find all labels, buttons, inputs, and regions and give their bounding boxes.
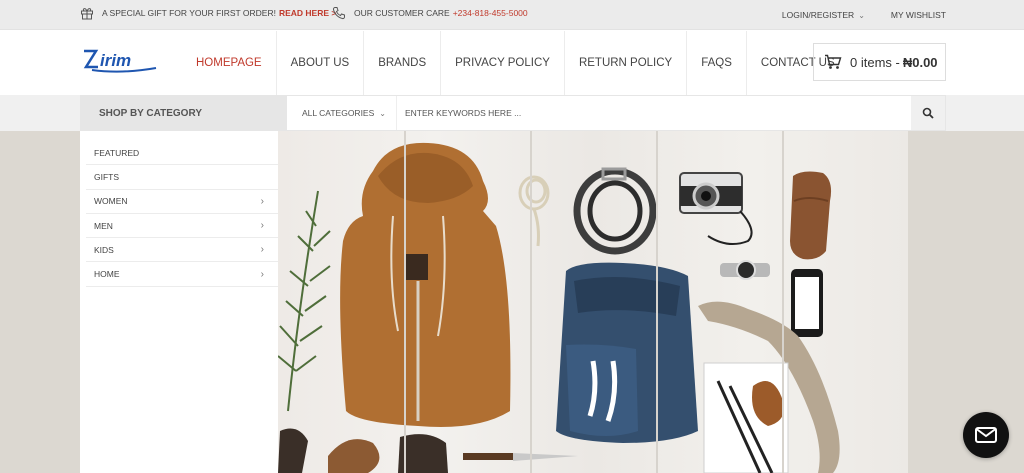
nav-homepage[interactable]: HOMEPAGE [182, 31, 277, 95]
hero-image [277, 131, 908, 473]
search-icon [922, 107, 934, 119]
care-phone[interactable]: +234-818-455-5000 [453, 8, 528, 18]
flat-lay-illustration [277, 142, 840, 473]
board-seam [530, 131, 532, 473]
phone-icon [332, 7, 345, 20]
promo-message: A special gift for your first order! Rea… [80, 6, 336, 20]
chevron-down-icon: ⌄ [379, 108, 386, 118]
svg-text:irim: irim [100, 51, 131, 70]
wishlist-link[interactable]: MY WISHLIST [891, 10, 946, 20]
customer-care: OUR CUSTOMER CARE +234-818-455-5000 [332, 6, 528, 20]
nav-about-us[interactable]: ABOUT US [277, 31, 365, 95]
category-gifts[interactable]: GIFTS [86, 165, 278, 190]
category-label: WOMEN [94, 196, 128, 207]
hoodie-illustration [340, 142, 511, 427]
login-register-link[interactable]: LOGIN/REGISTER ⌄ [782, 10, 865, 20]
category-label: GIFTS [94, 171, 120, 182]
shop-by-category-toggle[interactable]: SHOP BY CATEGORY [80, 95, 286, 131]
nav-return-policy[interactable]: RETURN POLICY [565, 31, 688, 95]
logo[interactable]: irim [82, 47, 158, 75]
nav-brands[interactable]: BRANDS [364, 31, 442, 95]
rope-illustration [518, 175, 550, 247]
mail-icon [975, 427, 997, 443]
cart-icon [825, 54, 842, 69]
search-button[interactable] [911, 96, 945, 130]
board-seam [656, 131, 658, 473]
category-home[interactable]: HOME › [86, 262, 278, 287]
fern-illustration [277, 190, 331, 412]
account-links: LOGIN/REGISTER ⌄ MY WISHLIST [782, 10, 946, 20]
category-label: FEATURED [94, 147, 140, 158]
all-categories-select[interactable]: ALL CATEGORIES ⌄ [287, 96, 397, 130]
top-bar: A special gift for your first order! Rea… [0, 0, 1024, 30]
promo-read-here-link[interactable]: Read Here > [279, 8, 336, 18]
watch-illustration [720, 260, 770, 280]
notepad-illustration [703, 362, 789, 473]
gift-icon [81, 8, 93, 20]
chevron-right-icon: › [260, 268, 264, 280]
all-categories-label: ALL CATEGORIES [302, 108, 375, 118]
category-label: MEN [94, 220, 113, 231]
main-header: irim HOMEPAGE ABOUT US BRANDS PRIVACY PO… [0, 31, 1024, 95]
care-label: OUR CUSTOMER CARE [354, 8, 450, 18]
jeans-illustration [556, 262, 698, 443]
board-seam [404, 131, 406, 473]
phone-illustration [791, 269, 823, 337]
chat-button[interactable] [963, 412, 1009, 458]
login-register-label: LOGIN/REGISTER [781, 10, 855, 20]
category-sidebar: FEATURED GIFTS WOMEN › MEN › KIDS › HOME… [80, 131, 278, 473]
category-label: KIDS [94, 244, 114, 255]
glasses-case-illustration [790, 171, 832, 260]
category-featured[interactable]: FEATURED [86, 141, 278, 166]
cart-button[interactable]: 0 items - ₦0.00 [813, 43, 946, 81]
chevron-right-icon: › [260, 220, 264, 232]
main-nav: HOMEPAGE ABOUT US BRANDS PRIVACY POLICY … [182, 31, 849, 95]
cart-total: ₦0.00 [902, 54, 938, 70]
chevron-right-icon: › [260, 195, 264, 207]
knife-illustration [463, 453, 578, 461]
promo-text: A special gift for your first order! [102, 8, 276, 18]
chevron-down-icon: ⌄ [858, 10, 865, 20]
nav-privacy-policy[interactable]: PRIVACY POLICY [441, 31, 565, 95]
category-label: HOME [94, 269, 120, 280]
category-men[interactable]: MEN › [86, 214, 278, 239]
category-kids[interactable]: KIDS › [86, 238, 278, 263]
leaf-illustration [328, 439, 380, 473]
camera-illustration [679, 172, 753, 246]
nav-faqs[interactable]: FAQS [687, 31, 747, 95]
belt-illustration [573, 167, 657, 255]
category-women[interactable]: WOMEN › [86, 190, 278, 214]
cart-count: 0 items - [850, 54, 900, 70]
search-row: SHOP BY CATEGORY ALL CATEGORIES ⌄ [0, 95, 1024, 131]
board-seam [782, 131, 784, 473]
search-box: ALL CATEGORIES ⌄ [286, 95, 946, 131]
chevron-right-icon: › [260, 244, 264, 256]
search-input[interactable] [397, 96, 911, 130]
